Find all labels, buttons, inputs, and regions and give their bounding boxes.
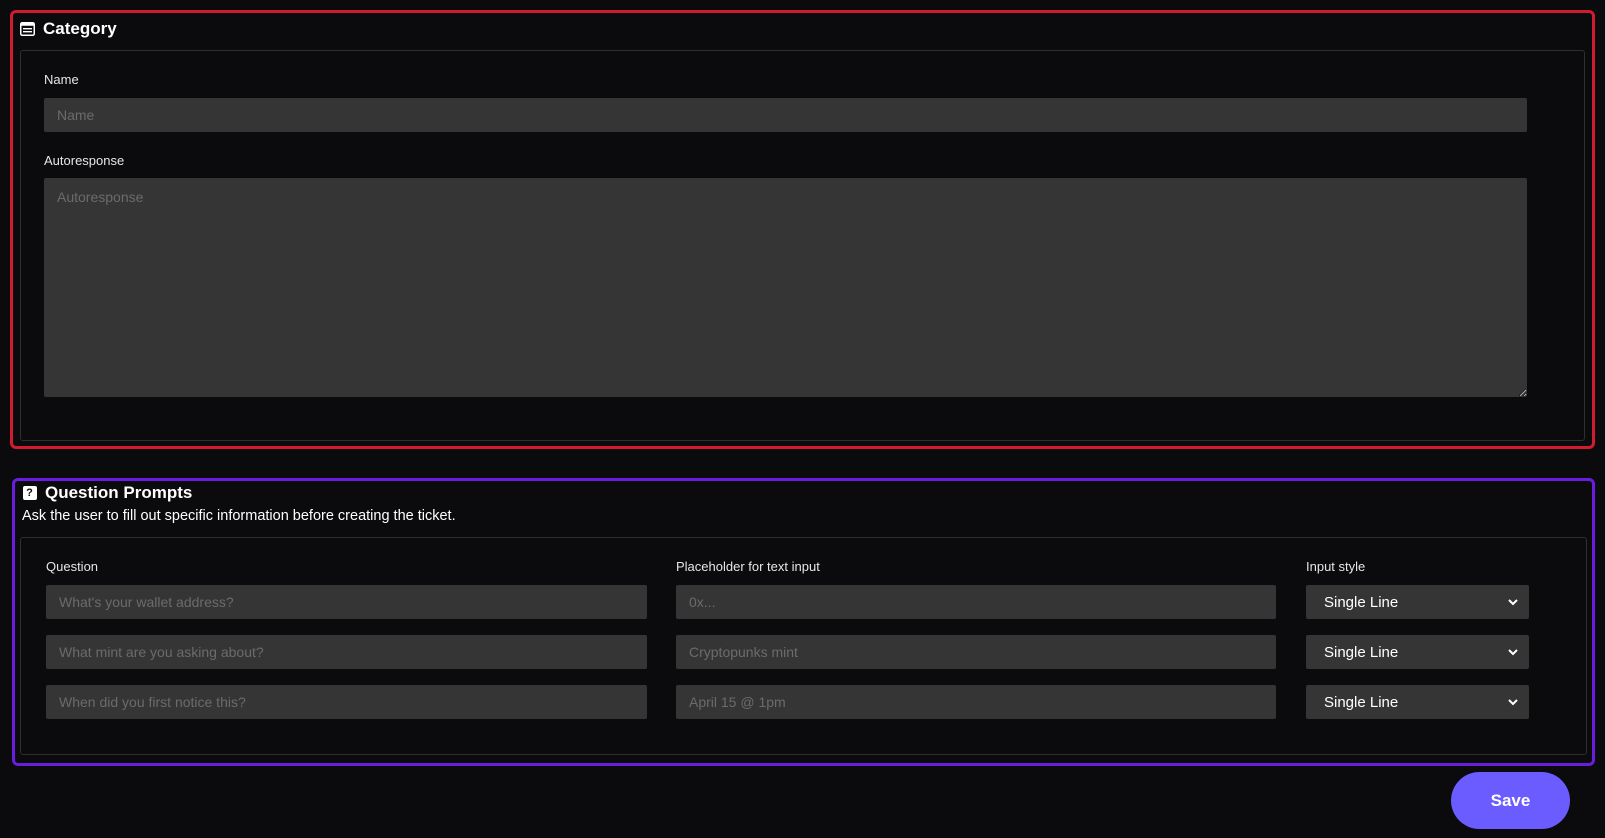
category-title: Category [43, 19, 117, 38]
chevron-down-icon [1507, 646, 1519, 658]
input-style-value: Single Line [1324, 693, 1399, 711]
category-panel: Name Autoresponse [20, 50, 1585, 441]
question-prompts-header: ? Question Prompts [22, 483, 192, 503]
placeholder-input[interactable] [676, 685, 1276, 719]
question-input[interactable] [46, 685, 647, 719]
question-column-label: Question [46, 559, 99, 574]
autoresponse-label: Autoresponse [44, 153, 125, 168]
input-style-select[interactable]: Single Line [1306, 585, 1529, 619]
chevron-down-icon [1507, 596, 1519, 608]
input-style-value: Single Line [1324, 593, 1399, 611]
placeholder-input[interactable] [676, 635, 1276, 669]
question-prompts-description: Ask the user to fill out specific inform… [22, 508, 456, 524]
category-section: Category Name Autoresponse [10, 10, 1595, 449]
question-icon: ? [22, 486, 37, 501]
question-prompts-title: Question Prompts [45, 483, 193, 502]
input-style-column-label: Input style [1306, 559, 1366, 574]
list-card-icon [20, 22, 35, 37]
autoresponse-textarea[interactable] [44, 178, 1527, 397]
chevron-down-icon [1507, 696, 1519, 708]
input-style-select[interactable]: Single Line [1306, 685, 1529, 719]
question-input[interactable] [46, 635, 647, 669]
question-input[interactable] [46, 585, 647, 619]
input-style-select[interactable]: Single Line [1306, 635, 1529, 669]
placeholder-column-label: Placeholder for text input [676, 559, 820, 574]
placeholder-input[interactable] [676, 585, 1276, 619]
question-prompts-section: ? Question Prompts Ask the user to fill … [12, 478, 1595, 766]
name-label: Name [44, 72, 79, 87]
name-input[interactable] [44, 98, 1527, 132]
question-prompts-panel: Question Placeholder for text input Inpu… [20, 537, 1587, 755]
category-header: Category [20, 19, 117, 39]
save-button[interactable]: Save [1451, 772, 1570, 829]
input-style-value: Single Line [1324, 643, 1399, 661]
